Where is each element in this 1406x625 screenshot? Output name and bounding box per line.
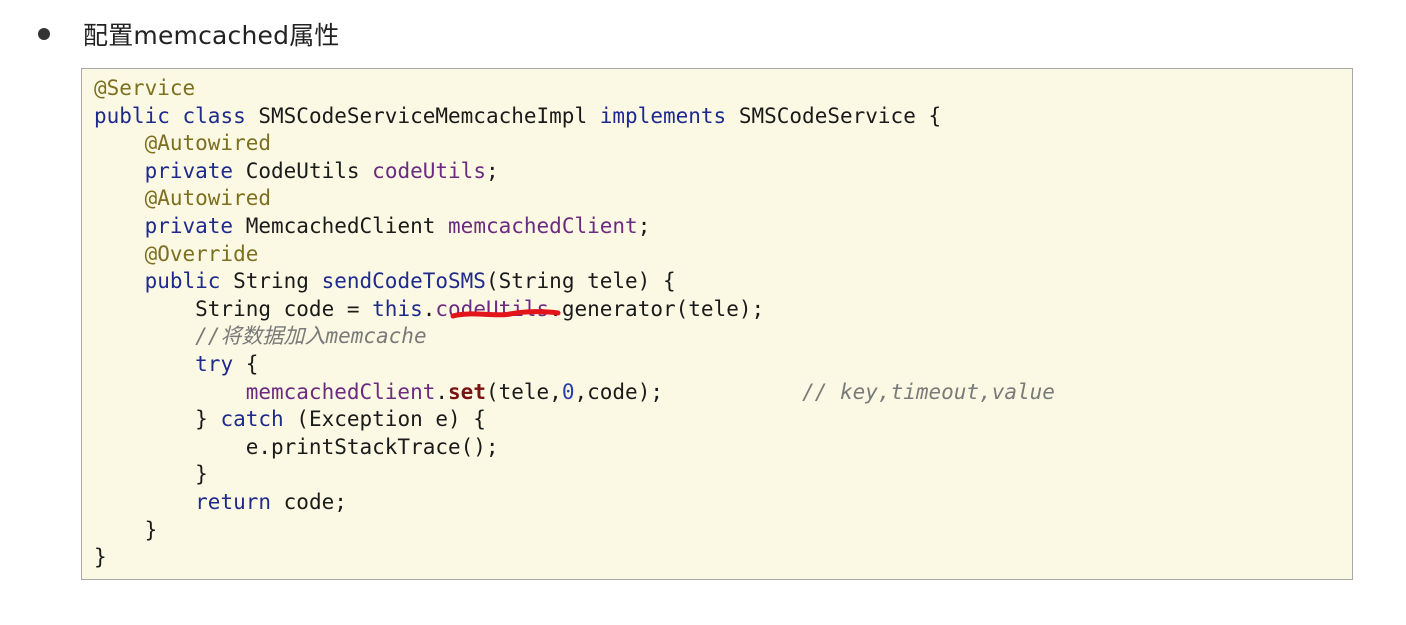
code-line: private CodeUtils codeUtils; [94, 158, 1055, 186]
code-line: public class SMSCodeServiceMemcacheImpl … [94, 103, 1055, 131]
code-token-field: memcachedClient [448, 213, 638, 238]
section-heading: 配置memcached属性 [83, 21, 340, 50]
code-token-number: 0 [561, 379, 575, 404]
code-token-keyword: return [195, 489, 272, 514]
code-token-plain: { [233, 351, 259, 376]
section-heading-row: 配置memcached属性 [38, 14, 340, 54]
code-token-plain: MemcachedClient [233, 213, 449, 238]
code-token-keyword: private [144, 213, 234, 238]
code-token-comment: // key,timeout,value [802, 379, 1055, 404]
code-token-field: memcachedClient [245, 379, 436, 404]
code-token-plain: } [94, 462, 208, 487]
code-token-keyword: public [94, 103, 170, 128]
code-line: try { [94, 351, 1055, 379]
code-token-plain: } [94, 517, 158, 542]
code-line: } [94, 544, 1055, 572]
code-token-keyword: try [195, 351, 234, 376]
code-content: @Service public class SMSCodeServiceMemca… [94, 75, 1055, 572]
code-token-plain: . [435, 379, 449, 404]
code-block: @Service public class SMSCodeServiceMemca… [81, 68, 1353, 580]
code-token-plain: .generator(tele); [549, 296, 765, 321]
bullet-dot-icon [38, 28, 50, 40]
red-underline-mark [450, 309, 561, 319]
code-line: memcachedClient.set(tele,0,code); // key… [94, 379, 1055, 407]
code-token-plain: e.printStackTrace(); [94, 434, 499, 459]
code-token-keyword: catch [220, 407, 284, 432]
code-token-keyword: implements [599, 103, 727, 128]
code-token-plain: CodeUtils [233, 158, 373, 183]
code-line: } [94, 517, 1055, 545]
code-token-field: codeUtils [372, 158, 486, 183]
code-token-plain: ; [485, 158, 499, 183]
code-token-annotation: @Autowired [144, 131, 272, 156]
code-token-annotation: @Override [144, 241, 259, 266]
code-token-plain: SMSCodeService { [726, 103, 942, 128]
code-token-plain: (String tele) { [485, 269, 676, 294]
code-token-annotation: @Service [94, 76, 196, 100]
code-token-method-bold: set [448, 379, 486, 404]
code-token-annotation: @Autowired [144, 186, 272, 211]
code-line: String code = this.codeUtils.generator(t… [94, 296, 1055, 324]
code-token-plain: SMSCodeServiceMemcacheImpl [245, 103, 600, 128]
code-token-keyword: class [182, 103, 246, 128]
code-token-plain: (tele, [485, 379, 562, 404]
code-line: @Autowired [94, 185, 1055, 213]
code-token-keyword: sendCodeToSMS [321, 269, 486, 294]
code-token-keyword: private [144, 158, 234, 183]
code-line: } [94, 461, 1055, 489]
code-line: public String sendCodeToSMS(String tele)… [94, 268, 1055, 296]
code-token-plain: ,code); [574, 379, 803, 404]
code-token-plain: String code = [94, 296, 373, 321]
code-token-keyword: this [372, 296, 423, 321]
code-line: //将数据加入memcache [94, 323, 1055, 351]
code-line: return code; [94, 489, 1055, 517]
code-line: e.printStackTrace(); [94, 434, 1055, 462]
code-token-plain: String [220, 269, 322, 294]
code-token-comment: //将数据加入memcache [195, 324, 427, 349]
code-token-plain: } [94, 545, 107, 570]
code-token-plain: } [94, 407, 221, 432]
code-token-plain: . [422, 296, 436, 321]
code-line: @Override [94, 241, 1055, 269]
code-line: @Service [94, 75, 1055, 103]
code-token-plain: ; [637, 213, 651, 238]
code-token-plain: code; [271, 489, 347, 514]
code-token-keyword: public [144, 269, 221, 294]
code-token-plain: (Exception e) { [283, 407, 486, 432]
code-line: @Autowired [94, 130, 1055, 158]
code-line: private MemcachedClient memcachedClient; [94, 213, 1055, 241]
code-line: } catch (Exception e) { [94, 406, 1055, 434]
